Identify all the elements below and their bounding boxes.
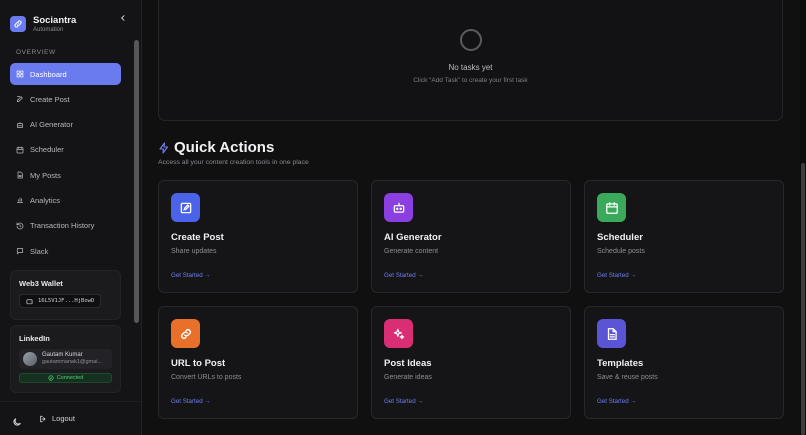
quick-actions-heading: Quick Actions <box>158 139 274 156</box>
card-title: Create Post <box>171 232 224 243</box>
card-title: URL to Post <box>171 358 226 369</box>
sidebar-item-label: Scheduler <box>30 145 64 155</box>
sidebar-item-scheduler[interactable]: Scheduler <box>10 139 121 161</box>
calendar-icon <box>597 193 626 222</box>
card-description: Share updates <box>171 248 217 255</box>
sidebar-item-create-post[interactable]: Create Post <box>10 88 121 110</box>
wallet-title: Web3 Wallet <box>19 279 63 289</box>
quick-actions-title: Quick Actions <box>174 139 275 156</box>
theme-toggle-button[interactable] <box>12 414 22 426</box>
lightning-icon <box>159 141 169 154</box>
bot-icon <box>384 193 413 222</box>
linkedin-user[interactable]: Gautam Kumar gautammanak1@gmai... <box>19 349 112 370</box>
sidebar-item-my-posts[interactable]: My Posts <box>10 164 121 186</box>
moon-icon <box>13 417 21 426</box>
card-description: Generate content <box>384 248 439 255</box>
collapse-sidebar-button[interactable] <box>118 13 128 23</box>
sidebar: Sociantra Automation OVERVIEW Dashboard … <box>0 0 142 435</box>
quick-action-post-ideas[interactable]: Post Ideas Generate ideas Get Started → <box>371 306 571 419</box>
sidebar-item-transaction-history[interactable]: Transaction History <box>10 215 121 237</box>
sidebar-scrollbar[interactable] <box>134 40 139 323</box>
card-description: Generate ideas <box>384 374 432 381</box>
logout-label: Logout <box>52 414 75 423</box>
linkedin-card: LinkedIn Gautam Kumar gautammanak1@gmai.… <box>10 325 121 394</box>
bar-chart-icon <box>16 198 24 204</box>
grid-icon <box>16 70 24 78</box>
calendar-icon <box>16 146 24 154</box>
document-icon <box>17 171 23 179</box>
quick-action-url-to-post[interactable]: URL to Post Convert URLs to posts Get St… <box>158 306 358 419</box>
main-content: No tasks yet Click “Add Task” to create … <box>142 0 806 435</box>
sidebar-item-dashboard[interactable]: Dashboard <box>10 63 121 85</box>
sidebar-item-label: Slack <box>30 246 49 256</box>
get-started-link[interactable]: Get Started → <box>384 398 424 405</box>
quick-actions-subtitle: Access all your content creation tools i… <box>158 159 309 166</box>
sparkles-icon <box>384 319 413 348</box>
wallet-address-button[interactable]: 16L5V1JF...HjBowD <box>19 294 102 309</box>
linkedin-status: Connected <box>56 375 84 382</box>
quick-action-ai-generator[interactable]: AI Generator Generate content Get Starte… <box>371 180 571 293</box>
sidebar-item-label: Dashboard <box>30 69 67 79</box>
brand-subtitle: Automation <box>33 26 64 33</box>
get-started-link[interactable]: Get Started → <box>384 272 424 279</box>
quick-action-scheduler[interactable]: Scheduler Schedule posts Get Started → <box>584 180 784 293</box>
history-icon <box>16 222 24 230</box>
sidebar-nav: Dashboard Create Post AI Generator Sched… <box>0 63 141 262</box>
link-icon <box>171 319 200 348</box>
quick-action-templates[interactable]: Templates Save & reuse posts Get Started… <box>584 306 784 419</box>
wallet-icon <box>26 298 33 304</box>
brand-name: Sociantra <box>33 14 77 26</box>
linkedin-title: LinkedIn <box>19 334 50 344</box>
status-badge: Connected <box>19 373 112 384</box>
sidebar-item-slack[interactable]: Slack <box>10 240 121 262</box>
loading-spinner <box>460 29 482 51</box>
main-scrollbar-track[interactable] <box>800 0 806 435</box>
tasks-empty-subtitle: Click “Add Task” to create your first ta… <box>413 77 528 84</box>
sidebar-item-label: Transaction History <box>30 221 95 231</box>
linkedin-user-name: Gautam Kumar <box>42 352 83 359</box>
card-title: Post Ideas <box>384 358 432 369</box>
sidebar-item-label: Analytics <box>30 195 61 205</box>
wallet-address: 16L5V1JF...HjBowD <box>38 298 95 305</box>
check-circle-icon <box>48 375 54 381</box>
edit-icon <box>171 193 200 222</box>
section-label-overview: OVERVIEW <box>16 49 56 56</box>
logout-button[interactable]: Logout <box>39 414 75 423</box>
get-started-link[interactable]: Get Started → <box>171 398 211 405</box>
tasks-empty-state: No tasks yet Click “Add Task” to create … <box>158 0 783 121</box>
card-description: Save & reuse posts <box>597 374 658 381</box>
linkedin-user-email: gautammanak1@gmai... <box>42 359 103 366</box>
sidebar-item-label: AI Generator <box>30 120 73 130</box>
logout-icon <box>40 415 46 422</box>
avatar <box>23 352 37 367</box>
app-root: Sociantra Automation OVERVIEW Dashboard … <box>0 0 806 435</box>
quick-action-create-post[interactable]: Create Post Share updates Get Started → <box>158 180 358 293</box>
template-icon <box>597 319 626 348</box>
sidebar-item-label: Create Post <box>30 94 70 104</box>
edit-icon <box>16 96 23 103</box>
bot-icon <box>16 121 24 128</box>
card-title: Scheduler <box>597 232 643 243</box>
card-title: Templates <box>597 358 644 369</box>
get-started-link[interactable]: Get Started → <box>597 398 637 405</box>
main-scrollbar-thumb[interactable] <box>801 163 805 435</box>
chat-icon <box>16 248 24 255</box>
tasks-empty-title: No tasks yet <box>448 63 493 72</box>
card-title: AI Generator <box>384 232 442 243</box>
web3-wallet-card: Web3 Wallet 16L5V1JF...HjBowD <box>10 270 121 321</box>
sidebar-footer: Logout <box>0 401 141 435</box>
link-icon <box>10 16 26 32</box>
sidebar-item-analytics[interactable]: Analytics <box>10 189 121 211</box>
sidebar-item-label: My Posts <box>30 170 61 180</box>
chevron-left-icon <box>120 15 125 21</box>
card-description: Convert URLs to posts <box>171 374 242 381</box>
get-started-link[interactable]: Get Started → <box>597 272 637 279</box>
get-started-link[interactable]: Get Started → <box>171 272 211 279</box>
sidebar-item-ai-generator[interactable]: AI Generator <box>10 114 121 136</box>
card-description: Schedule posts <box>597 248 645 255</box>
